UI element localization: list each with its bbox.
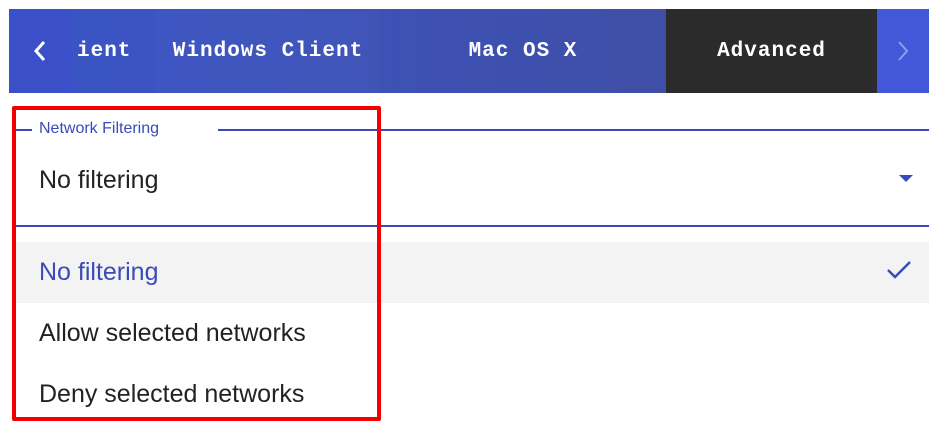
network-filtering-options: No filtering Allow selected networks Den… — [12, 242, 929, 425]
option-label: Allow selected networks — [39, 319, 306, 347]
chevron-left-icon — [33, 41, 46, 61]
tab-mac-os-x[interactable]: Mac OS X — [380, 9, 666, 93]
option-no-filtering[interactable]: No filtering — [12, 242, 929, 303]
tabs-forward-button[interactable] — [877, 9, 929, 93]
tabs-back-button[interactable] — [9, 9, 71, 93]
tab-advanced[interactable]: Advanced — [666, 9, 877, 93]
tab-bar: ient Windows Client Mac OS X Advanced — [9, 9, 929, 93]
option-label: Deny selected networks — [39, 380, 305, 408]
field-border-right — [218, 129, 929, 131]
tab-windows-client[interactable]: Windows Client — [156, 9, 380, 93]
tab-client[interactable]: ient — [71, 9, 156, 93]
option-deny-selected-networks[interactable]: Deny selected networks — [12, 364, 929, 425]
tab-mac-os-x-label: Mac OS X — [468, 39, 578, 63]
dropdown-caret-icon[interactable] — [899, 175, 913, 182]
network-filtering-value: No filtering — [39, 166, 159, 194]
field-underline — [12, 225, 929, 227]
tab-windows-client-label: Windows Client — [172, 39, 364, 63]
tab-client-label: ient — [77, 39, 132, 63]
network-filtering-select[interactable]: Network Filtering No filtering — [12, 108, 929, 227]
field-border-left — [12, 129, 32, 131]
checkmark-icon — [887, 261, 911, 279]
option-allow-selected-networks[interactable]: Allow selected networks — [12, 303, 929, 364]
chevron-right-icon — [898, 41, 909, 61]
option-label: No filtering — [39, 258, 159, 286]
tab-advanced-label: Advanced — [717, 39, 826, 63]
network-filtering-label: Network Filtering — [39, 120, 160, 137]
